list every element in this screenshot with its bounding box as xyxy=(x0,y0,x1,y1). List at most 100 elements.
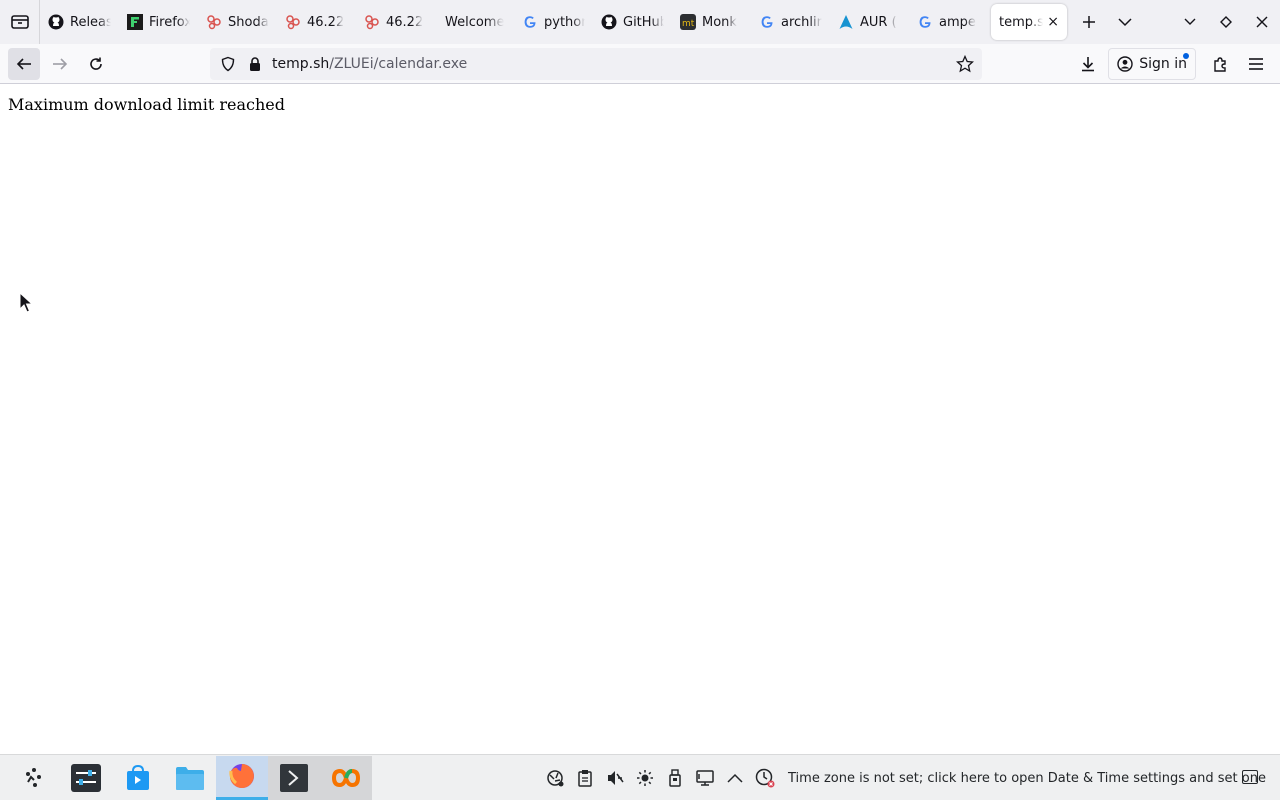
network-icon xyxy=(547,770,564,787)
firefox-tab-icon xyxy=(127,14,143,30)
tab-label: Monk xyxy=(702,14,737,30)
tab[interactable]: 46.22 xyxy=(277,4,356,40)
task-system-settings[interactable] xyxy=(60,756,112,800)
volume-muted-icon xyxy=(608,771,624,785)
sign-in-label: Sign in xyxy=(1139,56,1187,72)
chevron-down-icon xyxy=(1118,18,1132,27)
tab[interactable]: Firefox xyxy=(119,4,198,40)
hamburger-menu-icon xyxy=(1249,58,1263,70)
tray-expand[interactable] xyxy=(720,755,750,801)
task-terminal[interactable] xyxy=(268,755,320,800)
tab-label: Welcome xyxy=(445,14,505,30)
display-icon xyxy=(696,770,714,786)
forward-button[interactable] xyxy=(44,48,76,80)
timezone-notice[interactable]: Time zone is not set; click here to open… xyxy=(788,771,1266,786)
bookmark-star-icon[interactable] xyxy=(956,55,974,73)
usb-drive-icon xyxy=(669,769,681,787)
minimize-button[interactable] xyxy=(1172,4,1208,40)
back-button[interactable] xyxy=(8,47,40,80)
chevron-up-icon xyxy=(727,773,743,783)
settings-sliders-icon xyxy=(71,763,101,792)
lock-icon[interactable] xyxy=(248,56,262,72)
application-launcher[interactable] xyxy=(8,756,60,800)
close-icon xyxy=(1256,16,1268,28)
tray-clock[interactable] xyxy=(750,755,780,801)
tab[interactable]: AUR ( xyxy=(830,4,909,40)
tray-display[interactable] xyxy=(690,755,720,801)
close-window-button[interactable] xyxy=(1244,4,1280,40)
google-icon xyxy=(759,14,775,30)
taskbar: Time zone is not set; click here to open… xyxy=(0,754,1280,800)
sign-in-button[interactable]: Sign in xyxy=(1108,48,1196,80)
url-path: /ZLUEi/calendar.exe xyxy=(329,56,468,72)
google-icon xyxy=(917,14,933,30)
tab[interactable]: Welcome xyxy=(435,4,514,40)
task-discover[interactable] xyxy=(112,756,164,800)
downloads-button[interactable] xyxy=(1072,48,1104,80)
download-icon xyxy=(1082,57,1095,72)
arch-icon xyxy=(838,14,854,30)
tray-clipboard[interactable] xyxy=(570,755,600,801)
tray-brightness[interactable] xyxy=(630,755,660,801)
firefox-icon xyxy=(229,764,254,788)
svg-text:mt: mt xyxy=(682,19,695,29)
tab-label: archlinux xyxy=(781,14,822,30)
url-host: temp.sh xyxy=(272,56,330,72)
launcher-icon xyxy=(26,767,41,787)
extensions-button[interactable] xyxy=(1204,48,1236,80)
diamond-icon xyxy=(1220,16,1232,28)
tab[interactable]: mt Monk xyxy=(672,4,751,40)
tracking-protection-icon[interactable] xyxy=(220,56,236,72)
tray-volume[interactable] xyxy=(600,755,630,801)
arrow-left-icon xyxy=(16,57,31,70)
firefox-view-button[interactable] xyxy=(0,0,40,44)
puzzle-piece-icon xyxy=(1214,57,1226,72)
tab[interactable]: python xyxy=(514,4,593,40)
tray-usb[interactable] xyxy=(660,755,690,801)
firefox-view-icon xyxy=(10,15,29,29)
task-file-manager[interactable] xyxy=(164,756,216,800)
tab[interactable]: Shodan xyxy=(198,4,277,40)
shodan-icon xyxy=(206,14,222,30)
clock-warning-icon xyxy=(755,768,775,788)
folder-icon xyxy=(176,766,204,790)
notification-dot xyxy=(1183,53,1189,59)
arrow-right-icon xyxy=(53,57,68,70)
account-icon xyxy=(1117,56,1133,72)
url-text[interactable]: temp.sh/ZLUEi/calendar.exe xyxy=(272,56,467,72)
reload-button[interactable] xyxy=(80,48,112,80)
list-all-tabs-button[interactable] xyxy=(1107,4,1143,40)
shopping-bag-icon xyxy=(127,764,149,790)
close-tab-icon[interactable]: × xyxy=(1047,14,1059,30)
reload-icon xyxy=(90,57,102,70)
app-menu-button[interactable] xyxy=(1240,48,1272,80)
tab[interactable]: ampe xyxy=(909,4,988,40)
maximize-button[interactable] xyxy=(1208,4,1244,40)
brightness-icon xyxy=(637,770,653,786)
monkeytype-icon: mt xyxy=(680,14,696,30)
mouse-cursor-icon xyxy=(19,292,33,313)
peek-desktop-button[interactable] xyxy=(1242,770,1258,784)
tab-label: AUR ( xyxy=(860,14,897,30)
tab-label: temp.sh xyxy=(999,14,1043,30)
tab[interactable]: Releases xyxy=(40,4,119,40)
task-app[interactable] xyxy=(320,755,372,800)
new-tab-button[interactable] xyxy=(1071,4,1107,40)
tab-label: python xyxy=(544,14,585,30)
chevron-down-icon xyxy=(1184,18,1196,25)
tab[interactable]: 46.22 xyxy=(356,4,435,40)
tab[interactable]: archlinux xyxy=(751,4,830,40)
tab[interactable]: GitHub xyxy=(593,4,672,40)
plus-icon xyxy=(1083,16,1095,28)
clipboard-icon xyxy=(578,770,592,787)
tab-label: 46.22 xyxy=(386,14,424,30)
toolbar-right: Sign in xyxy=(1068,48,1280,80)
tab-label: ampe xyxy=(939,14,976,30)
task-firefox[interactable] xyxy=(216,755,268,800)
tab-label: Firefox xyxy=(149,14,190,30)
tab-active[interactable]: temp.sh× xyxy=(991,4,1067,40)
url-bar[interactable]: temp.sh/ZLUEi/calendar.exe xyxy=(210,48,982,80)
tray-network[interactable] xyxy=(540,755,570,801)
shodan-icon xyxy=(364,14,380,30)
tab-strip: Releases Firefox Shodan 46.22 46.22 Welc… xyxy=(0,0,1280,44)
